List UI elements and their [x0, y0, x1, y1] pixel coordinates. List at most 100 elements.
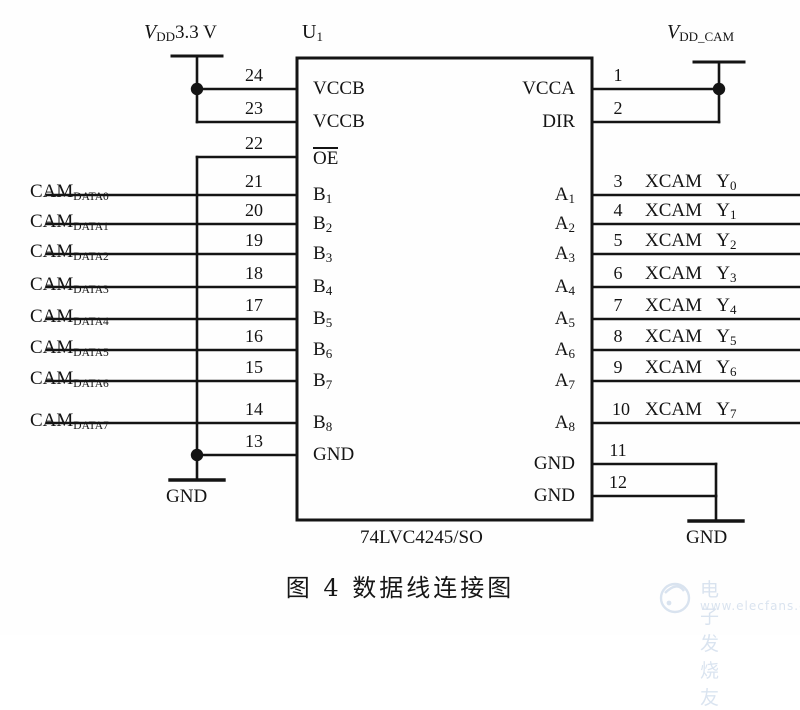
signal-cam-data6-index: DATA6 — [73, 378, 109, 390]
pin-name-vccb-24: VCCB — [313, 78, 365, 99]
pin-name-a7-index: 7 — [568, 377, 576, 392]
pin-name-a6-index: 6 — [568, 346, 576, 361]
pin-name-a8-index: 8 — [568, 419, 576, 434]
pin-number-20: 20 — [245, 200, 263, 220]
pin-name-a1-letter: A — [554, 184, 569, 205]
pin-name-gnd-13: GND — [313, 444, 355, 465]
signal-cam-data5-index: DATA5 — [73, 347, 109, 359]
pin-number-17: 17 — [245, 295, 263, 315]
pin-number-1: 1 — [613, 65, 623, 85]
pin-name-a8: A8 — [493, 412, 576, 434]
pin-name-b7-index: 7 — [325, 377, 333, 392]
pin-name-b3: B3 — [313, 243, 332, 264]
pin-name-a1-index: 1 — [568, 191, 576, 206]
net-xcam-y6-letter: Y — [716, 357, 730, 378]
net-xcam-y0-letter: Y — [716, 171, 730, 192]
pin-name-a3: A3 — [493, 244, 576, 265]
pin-name-a8-letter: A — [554, 412, 569, 433]
pin-name-gnd-11: GND — [533, 453, 575, 474]
pin-number-19: 19 — [245, 230, 263, 250]
vdd-supply-label: VDD3.3 V — [144, 21, 217, 44]
net-xcam-y7-letter: Y — [716, 399, 730, 420]
pin-name-vccb-23: VCCB — [313, 111, 365, 132]
net-xcam-y7-index: 7 — [730, 406, 737, 421]
pin-name-b5: B5 — [313, 308, 333, 330]
net-xcam-y5-letter: Y — [716, 326, 730, 347]
pin-number-6: 6 — [613, 263, 623, 283]
pin-name-a4-index: 4 — [568, 283, 576, 298]
net-xcam-y1-letter: Y — [716, 200, 730, 221]
signal-cam-data5-base: CAM — [30, 337, 74, 358]
net-xcam-y0-index: 0 — [730, 178, 737, 193]
pin-name-b3-letter: B — [313, 243, 326, 264]
figure-canvas: VDD3.3 V VDD_CAM U1 24 23 22 21 20 19 18… — [0, 0, 800, 709]
vdd-value: 3.3 V — [175, 22, 217, 43]
pin-name-vcca-1: VCCA — [522, 78, 575, 99]
ground-label-right: GND — [686, 527, 728, 548]
pin-name-dir-2: DIR — [542, 111, 575, 132]
vddcam-supply-label: VDD_CAM — [667, 22, 735, 44]
pin-name-b2: B2 — [313, 213, 333, 235]
pin-number-10: 10 — [612, 399, 630, 419]
net-xcam-y3-index: 3 — [730, 270, 737, 285]
net-xcam-y4-index: 4 — [730, 302, 737, 317]
vdd-symbol: V — [144, 21, 157, 43]
pin-name-b1-letter: B — [313, 184, 326, 205]
signal-cam-data4-base: CAM — [30, 306, 74, 327]
chip-part-number-label: 74LVC4245/SO — [360, 527, 483, 548]
net-xcam-y2-bus: XCAM — [645, 230, 703, 251]
pin-name-b4: B4 — [313, 276, 333, 298]
pin-name-b5-letter: B — [313, 308, 326, 329]
net-xcam-y5-index: 5 — [730, 333, 737, 348]
vddcam-subscript: DD_CAM — [679, 29, 735, 44]
net-label-xcam-y1: XCAM Y1 — [645, 200, 737, 222]
pin-name-b7-letter: B — [313, 370, 326, 391]
chip-reference-number: 1 — [316, 29, 323, 44]
signal-cam-data7-index: DATA7 — [73, 420, 109, 432]
signal-cam-data3-index: DATA3 — [73, 284, 109, 296]
pin-name-a3-index: 3 — [568, 250, 576, 265]
net-label-xcam-y7: XCAM Y7 — [645, 399, 737, 421]
pin-name-a5-letter: A — [554, 308, 569, 329]
figure-caption: 图 4 数据线连接图 — [285, 574, 515, 602]
signal-cam-data1-index: DATA1 — [73, 221, 109, 233]
pin-name-b4-index: 4 — [325, 283, 333, 298]
net-xcam-y4-letter: Y — [716, 295, 730, 316]
pin-name-b2-letter: B — [313, 213, 326, 234]
pin-name-a4: A4 — [493, 277, 576, 298]
signal-cam-data2-index: DATA2 — [73, 251, 109, 263]
pin-name-gnd-12: GND — [533, 485, 575, 506]
net-label-xcam-y0: XCAM Y0 — [645, 171, 737, 193]
net-label-xcam-y6: XCAM Y6 — [645, 357, 737, 378]
pin-number-14: 14 — [245, 399, 263, 419]
pin-number-15: 15 — [245, 357, 263, 377]
pin-name-b2-index: 2 — [325, 220, 333, 235]
net-xcam-y2-letter: Y — [716, 230, 730, 251]
net-xcam-y0-bus: XCAM — [645, 171, 703, 192]
signal-label-cam-data0: CAMDATA0 — [30, 182, 109, 203]
pin-name-a6-letter: A — [554, 339, 569, 360]
net-xcam-y1-index: 1 — [730, 207, 737, 222]
net-xcam-y6-bus: XCAM — [645, 357, 703, 378]
signal-cam-data4-index: DATA4 — [73, 316, 109, 328]
pin-number-12: 12 — [609, 472, 627, 492]
pin-name-a6: A6 — [493, 339, 576, 361]
pin-number-21: 21 — [245, 171, 263, 191]
pin-number-9: 9 — [613, 357, 623, 377]
pin-name-b5-index: 5 — [325, 315, 333, 330]
vdd-subscript: DD — [156, 29, 175, 44]
pin-name-a2-letter: A — [554, 213, 569, 234]
pin-number-24: 24 — [245, 65, 263, 85]
pin-name-b6-index: 6 — [325, 346, 333, 361]
pin-name-b4-letter: B — [313, 276, 326, 297]
net-label-xcam-y2: XCAM Y2 — [645, 230, 737, 251]
pin-number-22: 22 — [245, 133, 263, 153]
pin-name-a1: A1 — [493, 184, 576, 206]
pin-name-a5: A5 — [493, 308, 575, 329]
junction-dot-gnd-left — [190, 448, 204, 462]
pin-name-b6-letter: B — [313, 339, 326, 360]
chip-reference-letter: U — [302, 21, 317, 43]
pin-number-5: 5 — [613, 230, 623, 250]
signal-label-cam-data5: CAMDATA5 — [30, 337, 109, 359]
net-label-xcam-y4: XCAM Y4 — [645, 295, 737, 317]
